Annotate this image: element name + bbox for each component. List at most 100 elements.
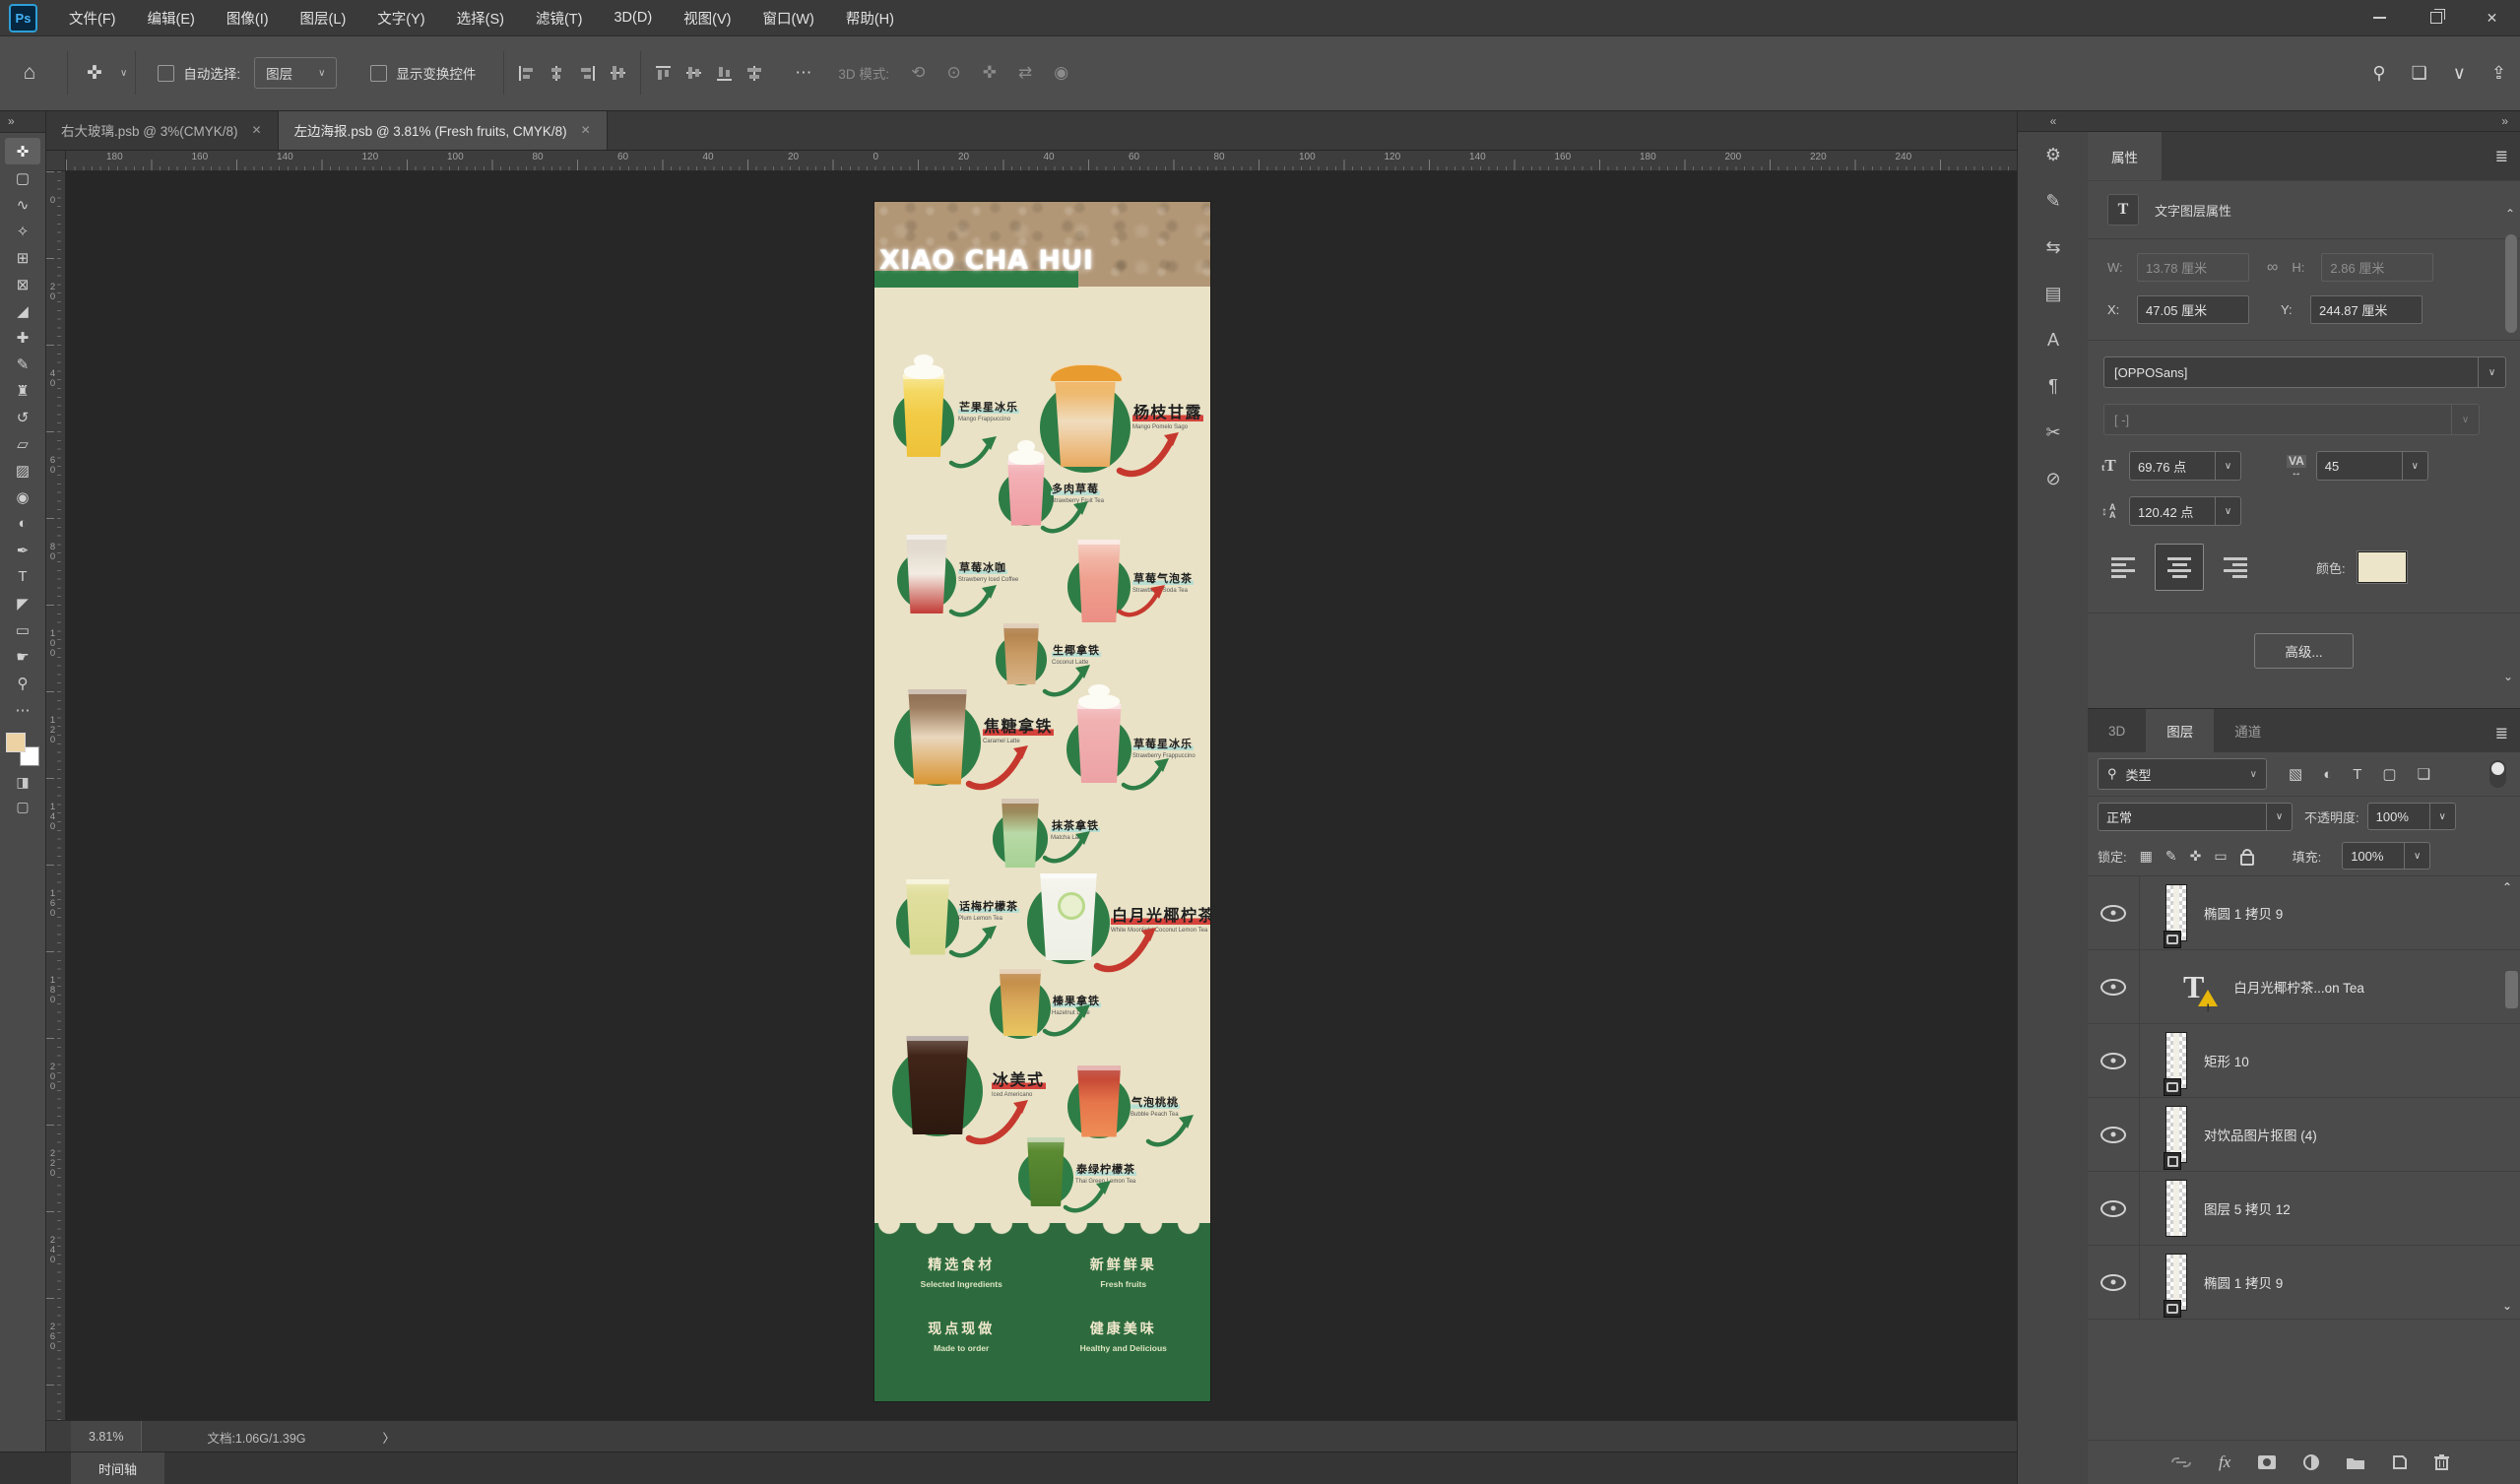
type-tool[interactable]: T [5,563,40,590]
new-group-icon[interactable] [2346,1455,2365,1470]
quick-mask-icon[interactable]: ◨ [16,774,29,791]
lock-all-icon[interactable] [2240,854,2254,866]
layer-row[interactable]: 图层 5 拷贝 12 [2088,1172,2520,1246]
blend-mode-dropdown[interactable]: 正常 ∨ [2098,803,2293,831]
panel-menu-icon[interactable]: ≣ [2495,724,2508,743]
layer-visibility-cell[interactable] [2088,1024,2140,1097]
vertical-ruler[interactable]: 02 04 06 08 01 0 01 2 01 4 01 6 01 8 02 … [45,171,66,1420]
layer-thumbnail[interactable] [2165,1106,2187,1163]
orbit-3d-icon[interactable]: ⟲ [911,63,925,83]
hand-tool[interactable]: ☛ [5,643,40,670]
tracking-dropdown[interactable]: 45 ∨ [2316,451,2428,481]
font-size-dropdown[interactable]: 69.76 点 ∨ [2129,451,2241,481]
status-arrow-icon[interactable]: 〉 [383,1428,396,1447]
eye-icon[interactable] [2100,1274,2126,1291]
font-family-dropdown[interactable]: [OPPOSans] ∨ [2103,356,2506,388]
no-symbol-panel-icon[interactable]: ⊘ [2018,456,2089,502]
lock-artboard-icon[interactable]: ▭ [2214,848,2227,865]
workspace-icon[interactable]: ❏ [2412,63,2427,84]
align-text-right-button[interactable] [2204,544,2253,591]
strip-expand-icon[interactable]: « [2018,110,2089,132]
crop-tool[interactable]: ⊞ [5,244,40,271]
filter-pixel-layers-icon[interactable]: ▧ [2289,765,2302,783]
layers-scrollbar[interactable] [2505,971,2518,1008]
glyphs-panel-icon[interactable]: ✂ [2018,410,2089,456]
history-brush-tool[interactable]: ↺ [5,404,40,430]
layer-visibility-cell[interactable] [2088,1172,2140,1245]
align-left-icon[interactable] [518,65,535,82]
filter-toggle[interactable] [2489,760,2506,788]
share-icon[interactable]: ⇪ [2491,63,2506,84]
layer-mask-icon[interactable] [2257,1454,2277,1470]
eye-icon[interactable] [2100,979,2126,996]
layer-row[interactable]: 椭圆 1 拷贝 9⌃ [2088,876,2520,950]
layer-visibility-cell[interactable] [2088,1098,2140,1171]
menu-item[interactable]: 文字(Y) [361,0,440,35]
chevron-down-icon[interactable]: ∨ [2453,63,2466,84]
align-bottom-icon[interactable] [716,65,733,82]
filter-adjustment-layers-icon[interactable]: ◐ [2323,766,2332,783]
lock-transparency-icon[interactable]: ▦ [2140,848,2153,865]
tab-close-icon[interactable]: ✕ [581,123,591,137]
menu-item[interactable]: 窗口(W) [747,0,830,35]
filter-shape-layers-icon[interactable]: ▢ [2382,765,2396,783]
move-tool-icon[interactable]: ✜ [76,62,113,85]
x-field[interactable]: 47.05 厘米 [2137,295,2249,324]
distribute-vertical-icon[interactable] [746,65,763,82]
tab-close-icon[interactable]: ✕ [252,123,262,137]
layer-row[interactable]: 矩形 10 [2088,1024,2520,1098]
scroll-up-icon[interactable]: ⌃ [2502,880,2512,894]
layer-row[interactable]: 对饮品图片抠图 (4) [2088,1098,2520,1172]
lock-pixels-icon[interactable]: ✎ [2165,848,2177,865]
document-tab[interactable]: 左边海报.psb @ 3.81% (Fresh fruits, CMYK/8)✕ [279,110,608,150]
properties-scrollbar[interactable] [2505,234,2517,333]
align-text-left-button[interactable] [2105,544,2155,591]
align-middle-icon[interactable] [685,65,702,82]
delete-layer-icon[interactable] [2434,1454,2449,1470]
distribute-horizontal-icon[interactable] [610,65,626,82]
screen-mode-icon[interactable]: ▢ [16,799,29,815]
layer-visibility-cell[interactable] [2088,876,2140,949]
font-style-dropdown[interactable]: [ -] ∨ [2103,404,2480,435]
marquee-tool[interactable]: ▢ [5,164,40,191]
tab-properties[interactable]: 属性 [2088,132,2162,180]
tab-通道[interactable]: 通道 [2214,709,2282,752]
properties-panel-icon[interactable]: ⚙ [2018,132,2089,178]
more-options-icon[interactable]: ⋯ [795,63,812,83]
scroll-up-icon[interactable]: ⌃ [2505,207,2515,221]
toolbar-collapse-icon[interactable]: » [0,110,45,133]
brush-settings-panel-icon[interactable]: ✎ [2018,178,2089,225]
layer-row[interactable]: 椭圆 1 拷贝 9⌄ [2088,1246,2520,1320]
layer-visibility-cell[interactable] [2088,1246,2140,1319]
move-tool[interactable]: ✜ [5,138,40,164]
clone-stamp-tool[interactable]: ♜ [5,377,40,404]
align-top-icon[interactable] [655,65,672,82]
menu-item[interactable]: 文件(F) [53,0,132,35]
menu-item[interactable]: 帮助(H) [830,0,910,35]
align-center-icon[interactable] [549,65,565,82]
show-transform-checkbox[interactable] [370,65,387,82]
eyedropper-tool[interactable]: ◢ [5,297,40,324]
paragraph-panel-icon[interactable]: ¶ [2018,363,2089,410]
pen-tool[interactable]: ✒ [5,537,40,563]
magic-wand-tool[interactable]: ✧ [5,218,40,244]
leading-dropdown[interactable]: 120.42 点 ∨ [2129,496,2241,526]
canvas-area[interactable]: 02 04 06 08 01 0 01 2 01 4 01 6 01 8 02 … [45,171,2017,1420]
auto-select-dropdown[interactable]: 图层 ∨ [254,57,337,89]
scroll-down-icon[interactable]: ⌄ [2502,1299,2512,1313]
pan-3d-icon[interactable]: ✜ [983,63,997,83]
gradient-tool[interactable]: ▨ [5,457,40,484]
close-button[interactable]: ✕ [2464,0,2520,35]
layer-thumbnail[interactable] [2165,1180,2187,1237]
horizontal-ruler[interactable]: 1801601401201008060402002040608010012014… [45,151,2017,171]
menu-item[interactable]: 编辑(E) [132,0,211,35]
clone-source-panel-icon[interactable]: ⇆ [2018,225,2089,271]
path-selection-tool[interactable]: ◤ [5,590,40,616]
character-panel-icon[interactable]: A [2018,317,2089,363]
eye-icon[interactable] [2100,1053,2126,1069]
eye-icon[interactable] [2100,905,2126,922]
layer-row[interactable]: T白月光椰柠茶...on Tea [2088,950,2520,1024]
new-layer-icon[interactable] [2392,1454,2408,1470]
eraser-tool[interactable]: ▱ [5,430,40,457]
auto-select-checkbox[interactable] [158,65,174,82]
